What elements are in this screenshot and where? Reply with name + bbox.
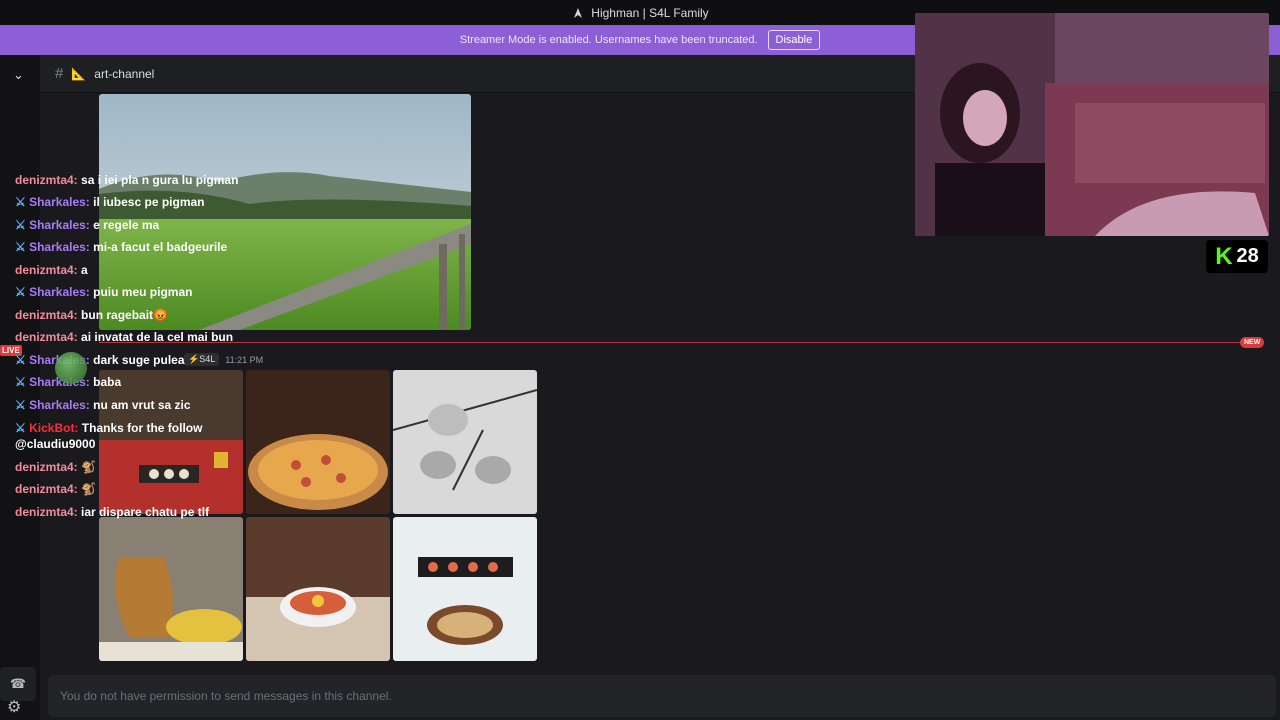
phone-icon[interactable]: ☎ [0,667,36,701]
chat-message: denizmta4: 🐒 [15,482,96,496]
chat-message: ⚔ Sharkales: mi-a facut el badgeurile [15,240,227,254]
chat-message: ⚔ Sharkales: e regele ma [15,218,159,232]
chat-text: mi-a facut el badgeurile [93,240,228,254]
sword-badge-icon: ⚔ [15,398,30,412]
chat-text: Thanks for the follow [81,421,203,435]
post-meta: ⚡S4L 11:21 PM [184,353,263,366]
chat-message: ⚔ Sharkales: puiu meu pigman [15,285,192,299]
post-timestamp: 11:21 PM [225,354,264,365]
webcam-overlay [915,13,1269,236]
window-title: Highman | S4L Family [591,5,709,20]
s4l-logo-icon [574,7,583,18]
chat-text: baba [93,375,122,389]
chat-username[interactable]: Sharkales: [29,195,90,209]
new-badge: NEW [1240,337,1265,348]
chat-text: iar dispare chatu pe tlf [81,505,210,519]
chevron-down-icon[interactable]: ⌄ [13,67,24,83]
chat-text: dark suge pulea [93,353,185,367]
chat-message: @claudiu9000 [15,437,95,451]
chat-message: denizmta4: ai invatat de la cel mai bun [15,330,233,344]
avatar [55,352,87,384]
chat-text: bun ragebait😡 [81,308,168,322]
gear-icon[interactable]: ⚙ [7,697,21,717]
chat-text: nu am vrut sa zic [93,398,191,412]
channel-name: art-channel [94,66,155,81]
chat-message: denizmta4: iar dispare chatu pe tlf [15,505,209,519]
chat-username[interactable]: Sharkales: [29,398,90,412]
new-messages-divider [99,342,1254,343]
gallery-image-sushi[interactable] [99,370,243,514]
chat-username[interactable]: denizmta4: [15,482,78,496]
chat-text: il iubesc pe pigman [93,195,205,209]
chat-text: a [81,263,88,277]
gallery-image-dumplings[interactable] [393,517,537,661]
kick-logo-icon: K [1215,242,1233,270]
chat-username[interactable]: Sharkales: [29,240,90,254]
chat-message: ⚔ KickBot: Thanks for the follow [15,421,202,435]
chat-text: 🐒 [81,482,96,496]
chat-username[interactable]: denizmta4: [15,460,78,474]
kick-viewer-badge: K 28 [1206,240,1268,273]
streamer-mode-message: Streamer Mode is enabled. Usernames have… [459,34,758,46]
chat-text: e regele ma [93,218,160,232]
gallery-image-pizza[interactable] [246,370,390,514]
chat-username[interactable]: denizmta4: [15,263,78,277]
chat-message: ⚔ Sharkales: dark suge pulea [15,353,185,367]
chat-message: denizmta4: bun ragebait😡 [15,308,168,322]
sword-badge-icon: ⚔ [15,195,30,209]
chat-username[interactable]: KickBot: [29,421,78,435]
gallery-image-jug[interactable] [99,517,243,661]
chat-text: ai invatat de la cel mai bun [81,330,234,344]
viewer-count: 28 [1236,245,1259,267]
chat-username[interactable]: denizmta4: [15,308,78,322]
hash-icon: # [55,65,64,82]
ruler-icon: 📐 [71,66,87,81]
message-input[interactable]: You do not have permission to send messa… [48,675,1276,717]
chat-username[interactable]: Sharkales: [29,285,90,299]
chat-message: denizmta4: 🐒 [15,460,96,474]
chat-text: sa i iei pla n gura lu pigman [81,173,239,187]
sword-badge-icon: ⚔ [15,218,30,232]
sword-badge-icon: ⚔ [15,240,30,254]
sword-badge-icon: ⚔ [15,421,30,435]
chat-message: ⚔ Sharkales: il iubesc pe pigman [15,195,205,209]
sword-badge-icon: ⚔ [15,353,30,367]
sword-badge-icon: ⚔ [15,375,30,389]
gallery-image-teapot[interactable] [393,370,537,514]
chat-username[interactable]: Sharkales: [29,218,90,232]
chat-text: puiu meu pigman [93,285,193,299]
chat-username[interactable]: denizmta4: [15,505,78,519]
chat-message: denizmta4: sa i iei pla n gura lu pigman [15,173,238,187]
disable-streamer-mode-button[interactable]: Disable [767,30,821,50]
message-input-placeholder: You do not have permission to send messa… [60,689,392,703]
sword-badge-icon: ⚔ [15,285,30,299]
chat-username[interactable]: denizmta4: [15,330,78,344]
gallery-image-soup[interactable] [246,517,390,661]
chat-username[interactable]: denizmta4: [15,173,78,187]
user-tag: ⚡S4L [184,353,220,366]
chat-text: @claudiu9000 [15,437,96,451]
chat-message: denizmta4: a [15,263,88,277]
chat-text: 🐒 [81,460,96,474]
chat-message: ⚔ Sharkales: nu am vrut sa zic [15,398,191,412]
